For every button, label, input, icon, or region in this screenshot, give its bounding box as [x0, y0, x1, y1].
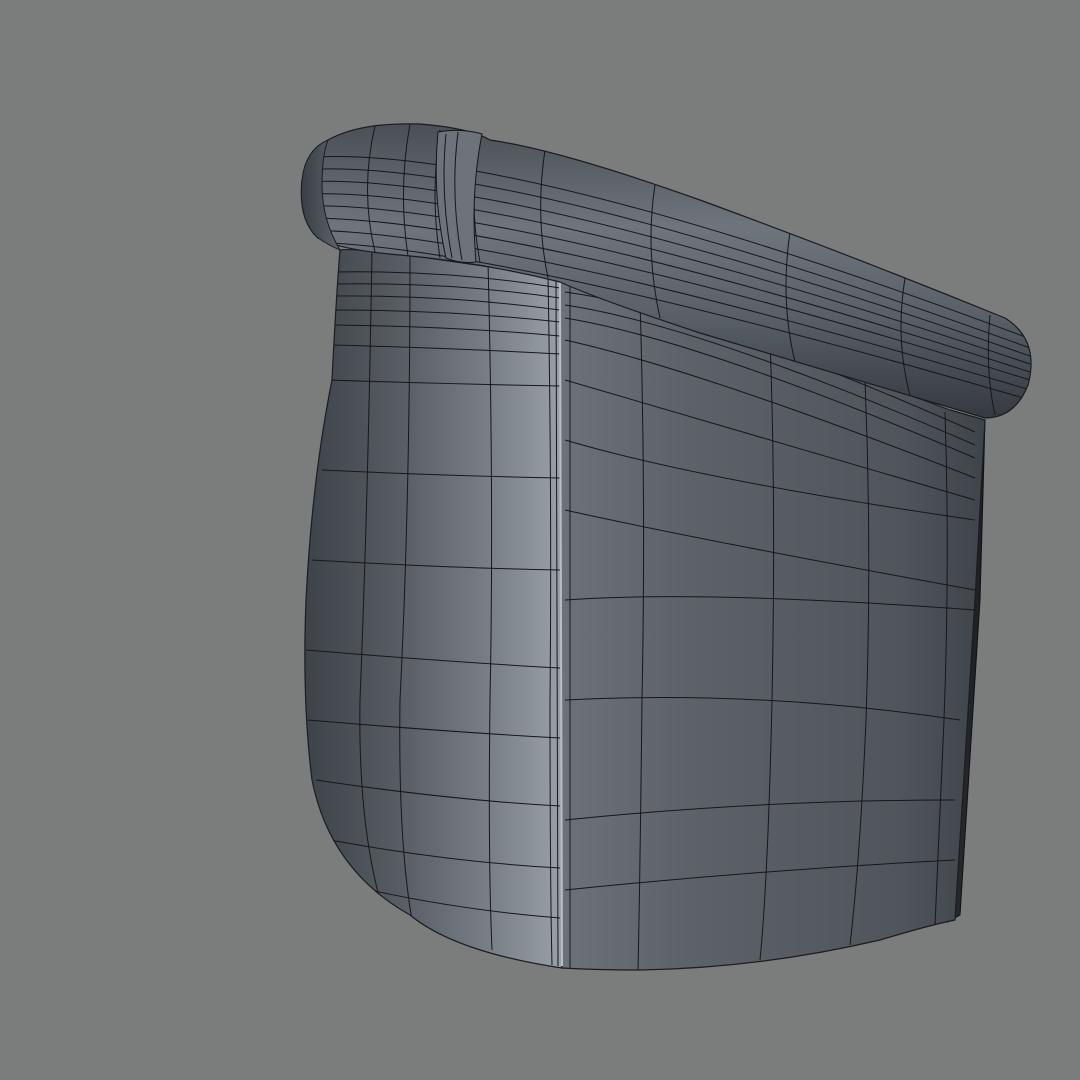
3d-viewport[interactable]: [0, 0, 1080, 1080]
viewport-canvas: [0, 0, 1080, 1080]
